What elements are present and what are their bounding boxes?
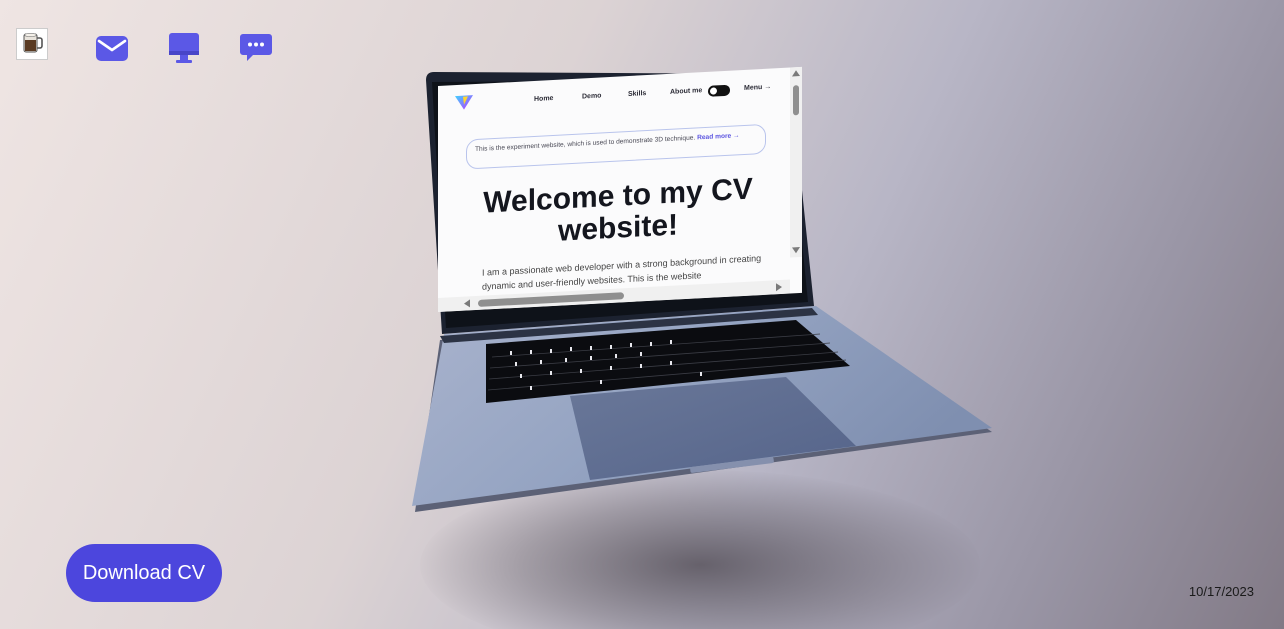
screen-nav-home[interactable]: Home (534, 95, 553, 103)
screen-nav-menu[interactable]: Menu → (744, 84, 771, 92)
laptop-3d-model[interactable]: Home Demo Skills About me Menu → This is… (0, 0, 1284, 629)
scroll-down-arrow-icon[interactable] (792, 247, 800, 254)
vertical-scrollbar[interactable] (790, 66, 802, 258)
scroll-right-arrow-icon[interactable] (776, 282, 782, 292)
screen-nav-skills[interactable]: Skills (628, 90, 646, 98)
date-label: 10/17/2023 (1188, 584, 1254, 599)
experiment-banner: This is the experiment website, which is… (466, 123, 766, 170)
download-cv-button[interactable]: Download CV (66, 544, 222, 602)
banner-text: This is the experiment website, which is… (475, 134, 696, 154)
scroll-left-arrow-icon[interactable] (464, 299, 470, 308)
theme-toggle[interactable] (708, 84, 730, 97)
scroll-up-arrow-icon[interactable] (792, 70, 800, 77)
screen-nav-about[interactable]: About me (670, 87, 702, 96)
laptop-screen[interactable]: Home Demo Skills About me Menu → This is… (438, 66, 802, 312)
banner-read-more-link[interactable]: Read more → (697, 132, 740, 141)
screen-nav-demo[interactable]: Demo (582, 92, 601, 100)
screen-hero-title: Welcome to my CV website! (483, 172, 753, 248)
vite-logo-icon[interactable] (454, 94, 474, 111)
vertical-scroll-thumb[interactable] (793, 85, 799, 116)
